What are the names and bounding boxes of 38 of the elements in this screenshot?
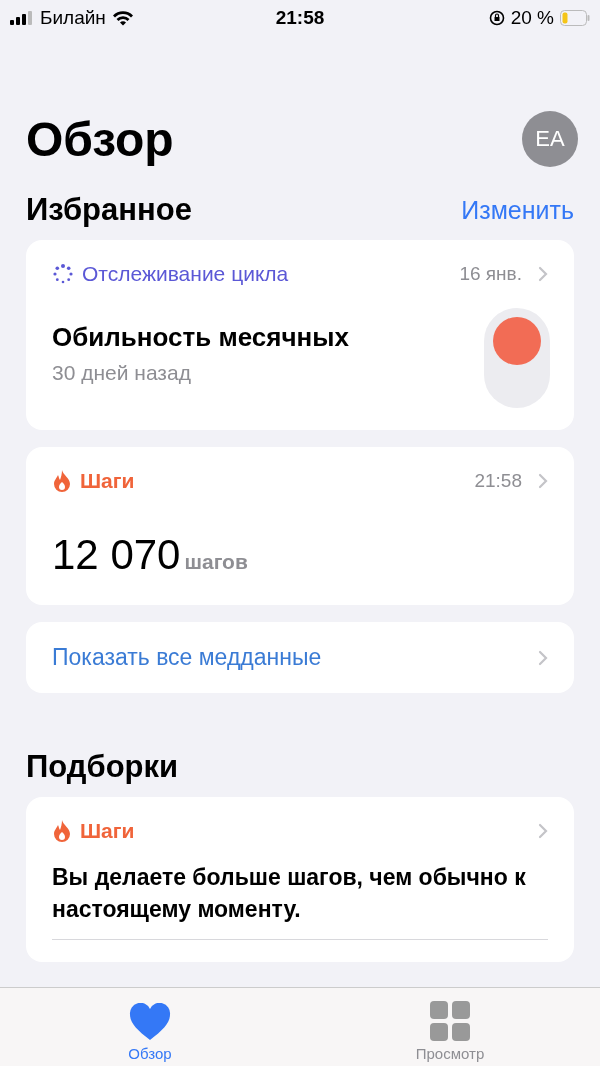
- chevron-icon: [538, 473, 548, 489]
- tab-bar-item[interactable]: Обзор: [0, 988, 300, 1066]
- signal-icon: [10, 11, 34, 25]
- card-category: Шаги: [80, 819, 135, 843]
- highlight-text: Вы делаете больше шагов, чем обычно к настоящему моменту.: [52, 863, 527, 925]
- highlight-card[interactable]: Шаги Вы делаете больше шагов, чем обычно к настоящему моменту.: [26, 797, 574, 963]
- chevron-icon: [538, 649, 548, 666]
- flame-icon: [52, 819, 72, 843]
- cycle-dots-icon: [52, 263, 74, 285]
- show-all-data-row[interactable]: Показать все медданные: [26, 622, 574, 693]
- page-title: Обзор: [26, 111, 174, 167]
- chevron-icon: [538, 823, 548, 839]
- chevron-icon: [538, 266, 548, 282]
- grid-icon: [430, 1001, 470, 1041]
- show-all-link[interactable]: Показать все медданные: [52, 644, 322, 671]
- section-title: Избранное: [26, 192, 192, 228]
- battery-percent: 20 %: [510, 7, 554, 29]
- battery-icon: [560, 10, 590, 26]
- card-headline: Обильность месячных: [52, 322, 349, 353]
- steps-unit: шагов: [184, 550, 248, 574]
- card-category: Шаги: [80, 469, 135, 493]
- carrier-name: Билайн: [40, 7, 106, 29]
- cycle-tracking-card[interactable]: Отслеживание цикла 16 янв. Обильность месячных 30 дней назад: [26, 240, 574, 430]
- status-time: 21:58: [275, 7, 325, 29]
- card-date: 16 янв.: [459, 263, 522, 285]
- flame-icon: [52, 469, 72, 493]
- steps-value: 12 070: [52, 531, 181, 579]
- rotation-lock-icon: [488, 10, 505, 26]
- card-time: 21:58: [474, 470, 522, 492]
- section-title: Подборки: [26, 749, 179, 785]
- wifi-icon: [111, 10, 134, 26]
- edit-link[interactable]: Изменить: [461, 195, 574, 225]
- heart-icon: [129, 1003, 171, 1041]
- tab-bar-item[interactable]: Просмотр: [300, 988, 600, 1066]
- steps-card[interactable]: Шаги 21:58 12 070 шагов: [26, 447, 574, 605]
- profile-avatar[interactable]: EA: [522, 111, 578, 167]
- card-subtitle: 30 дней назад: [52, 361, 192, 385]
- card-category: Отслеживание цикла: [82, 262, 289, 286]
